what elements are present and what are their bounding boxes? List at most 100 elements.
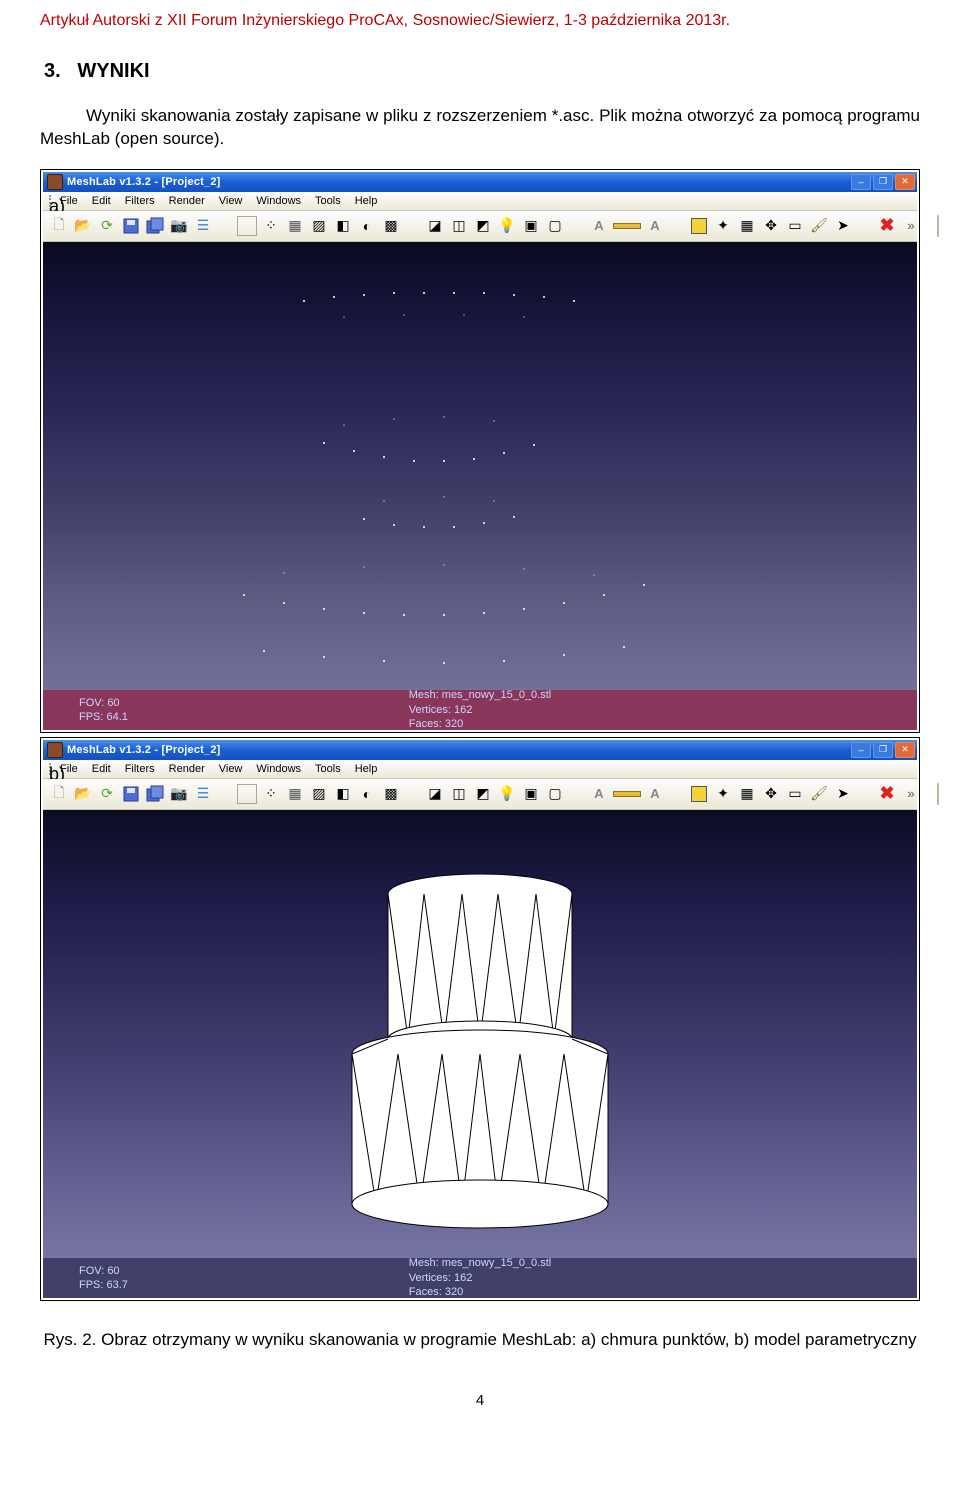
delete-icon[interactable]: ✖ — [877, 216, 897, 236]
search-tool-icon[interactable] — [937, 783, 939, 805]
align-icon[interactable] — [689, 784, 709, 804]
minimize-button[interactable]: – — [851, 174, 871, 190]
hiddenlines-icon[interactable]: ▨ — [309, 216, 329, 236]
open-icon[interactable]: 📂 — [73, 216, 93, 236]
layers-icon[interactable]: ☰ — [193, 784, 213, 804]
menu-render[interactable]: Render — [169, 195, 205, 207]
layers-icon[interactable]: ☰ — [193, 216, 213, 236]
hiddenlines-icon[interactable]: ▨ — [309, 784, 329, 804]
manip-icon[interactable]: ✥ — [761, 784, 781, 804]
menu-filters[interactable]: Filters — [125, 763, 155, 775]
light-icon[interactable]: 💡 — [497, 216, 517, 236]
measure-icon[interactable] — [613, 223, 641, 229]
menu-view[interactable]: View — [219, 763, 243, 775]
bbox-icon[interactable] — [237, 216, 257, 236]
more-icon[interactable]: » — [901, 784, 921, 804]
text-a-icon[interactable]: A — [589, 784, 609, 804]
select-vert-icon[interactable]: ▢ — [545, 784, 565, 804]
menu-bar: File Edit Filters Render View Windows To… — [43, 192, 917, 211]
status-verts: Vertices: 162 — [409, 1271, 551, 1285]
smooth-icon[interactable]: ◐ — [357, 216, 377, 236]
viewport-a[interactable] — [43, 242, 917, 690]
points-render-icon[interactable]: ⁘ — [261, 216, 281, 236]
fancy-icon[interactable]: ◩ — [473, 784, 493, 804]
meshlab-window-b: MeshLab v1.3.2 - [Project_2] – ❐ ✕ File … — [43, 740, 917, 1298]
menu-windows[interactable]: Windows — [256, 763, 301, 775]
save-copy-icon[interactable] — [145, 216, 165, 236]
page-number: 4 — [40, 1392, 920, 1409]
toolbar: 🗋 📂 ⟳ 📷 ☰ ⁘ ▦ ▨ ◧ ◐ ▩ ◪ ◫ — [43, 779, 917, 810]
mesh-model — [320, 864, 640, 1234]
menu-tools[interactable]: Tools — [315, 195, 341, 207]
grid-icon[interactable]: ▦ — [737, 784, 757, 804]
paint-icon[interactable]: 🖌 — [809, 784, 829, 804]
smooth-icon[interactable]: ◐ — [357, 784, 377, 804]
new-project-icon[interactable]: 🗋 — [49, 216, 69, 236]
menu-help[interactable]: Help — [355, 763, 378, 775]
light-icon[interactable]: 💡 — [497, 784, 517, 804]
save-icon[interactable] — [121, 784, 141, 804]
pick-icon[interactable]: ➤ — [833, 216, 853, 236]
menu-view[interactable]: View — [219, 195, 243, 207]
menu-render[interactable]: Render — [169, 763, 205, 775]
manip-icon[interactable]: ✥ — [761, 216, 781, 236]
save-icon[interactable] — [121, 216, 141, 236]
menu-edit[interactable]: Edit — [92, 195, 111, 207]
select-face-icon[interactable]: ▣ — [521, 216, 541, 236]
open-icon[interactable]: 📂 — [73, 784, 93, 804]
arc3d-icon[interactable]: ✦ — [713, 784, 733, 804]
double-icon[interactable]: ◫ — [449, 216, 469, 236]
snapshot-icon[interactable]: 📷 — [169, 784, 189, 804]
delete-icon[interactable]: ✖ — [877, 784, 897, 804]
backface-icon[interactable]: ◪ — [425, 216, 445, 236]
reload-icon[interactable]: ⟳ — [97, 784, 117, 804]
close-button[interactable]: ✕ — [895, 742, 915, 758]
measure-icon[interactable] — [613, 791, 641, 797]
page-header: Artykuł Autorski z XII Forum Inżynierski… — [40, 12, 920, 30]
save-copy-icon[interactable] — [145, 784, 165, 804]
search-tool-icon[interactable] — [937, 215, 939, 237]
texture-icon[interactable]: ▩ — [381, 216, 401, 236]
menu-tools[interactable]: Tools — [315, 763, 341, 775]
more-icon[interactable]: » — [901, 216, 921, 236]
paint-icon[interactable]: 🖌 — [809, 216, 829, 236]
menu-help[interactable]: Help — [355, 195, 378, 207]
texture-icon[interactable]: ▩ — [381, 784, 401, 804]
wireframe-icon[interactable]: ▦ — [285, 216, 305, 236]
new-project-icon[interactable]: 🗋 — [49, 784, 69, 804]
pick-icon[interactable]: ➤ — [833, 784, 853, 804]
flat-icon[interactable]: ◧ — [333, 784, 353, 804]
menu-edit[interactable]: Edit — [92, 763, 111, 775]
flat-icon[interactable]: ◧ — [333, 216, 353, 236]
backface-icon[interactable]: ◪ — [425, 784, 445, 804]
select-face-icon[interactable]: ▣ — [521, 784, 541, 804]
double-icon[interactable]: ◫ — [449, 784, 469, 804]
ref-icon[interactable]: ▭ — [785, 216, 805, 236]
select-vert-icon[interactable]: ▢ — [545, 216, 565, 236]
minimize-button[interactable]: – — [851, 742, 871, 758]
grid-icon[interactable]: ▦ — [737, 216, 757, 236]
text-b-icon[interactable]: A — [645, 216, 665, 236]
fancy-icon[interactable]: ◩ — [473, 216, 493, 236]
menu-filters[interactable]: Filters — [125, 195, 155, 207]
window-title: MeshLab v1.3.2 - [Project_2] — [67, 176, 221, 188]
menu-windows[interactable]: Windows — [256, 195, 301, 207]
ref-icon[interactable]: ▭ — [785, 784, 805, 804]
status-fov: FOV: 60 — [79, 696, 128, 710]
reload-icon[interactable]: ⟳ — [97, 216, 117, 236]
close-button[interactable]: ✕ — [895, 174, 915, 190]
align-icon[interactable] — [689, 216, 709, 236]
titlebar: MeshLab v1.3.2 - [Project_2] – ❐ ✕ — [43, 172, 917, 192]
points-render-icon[interactable]: ⁘ — [261, 784, 281, 804]
bbox-icon[interactable] — [237, 784, 257, 804]
maximize-button[interactable]: ❐ — [873, 174, 893, 190]
arc3d-icon[interactable]: ✦ — [713, 216, 733, 236]
text-a-icon[interactable]: A — [589, 216, 609, 236]
text-b-icon[interactable]: A — [645, 784, 665, 804]
statusbar-b: FOV: 60 FPS: 63.7 Mesh: mes_nowy_15_0_0.… — [43, 1258, 917, 1298]
snapshot-icon[interactable]: 📷 — [169, 216, 189, 236]
wireframe-icon[interactable]: ▦ — [285, 784, 305, 804]
maximize-button[interactable]: ❐ — [873, 742, 893, 758]
viewport-b[interactable] — [43, 810, 917, 1258]
statusbar-a: FOV: 60 FPS: 64.1 Mesh: mes_nowy_15_0_0.… — [43, 690, 917, 730]
